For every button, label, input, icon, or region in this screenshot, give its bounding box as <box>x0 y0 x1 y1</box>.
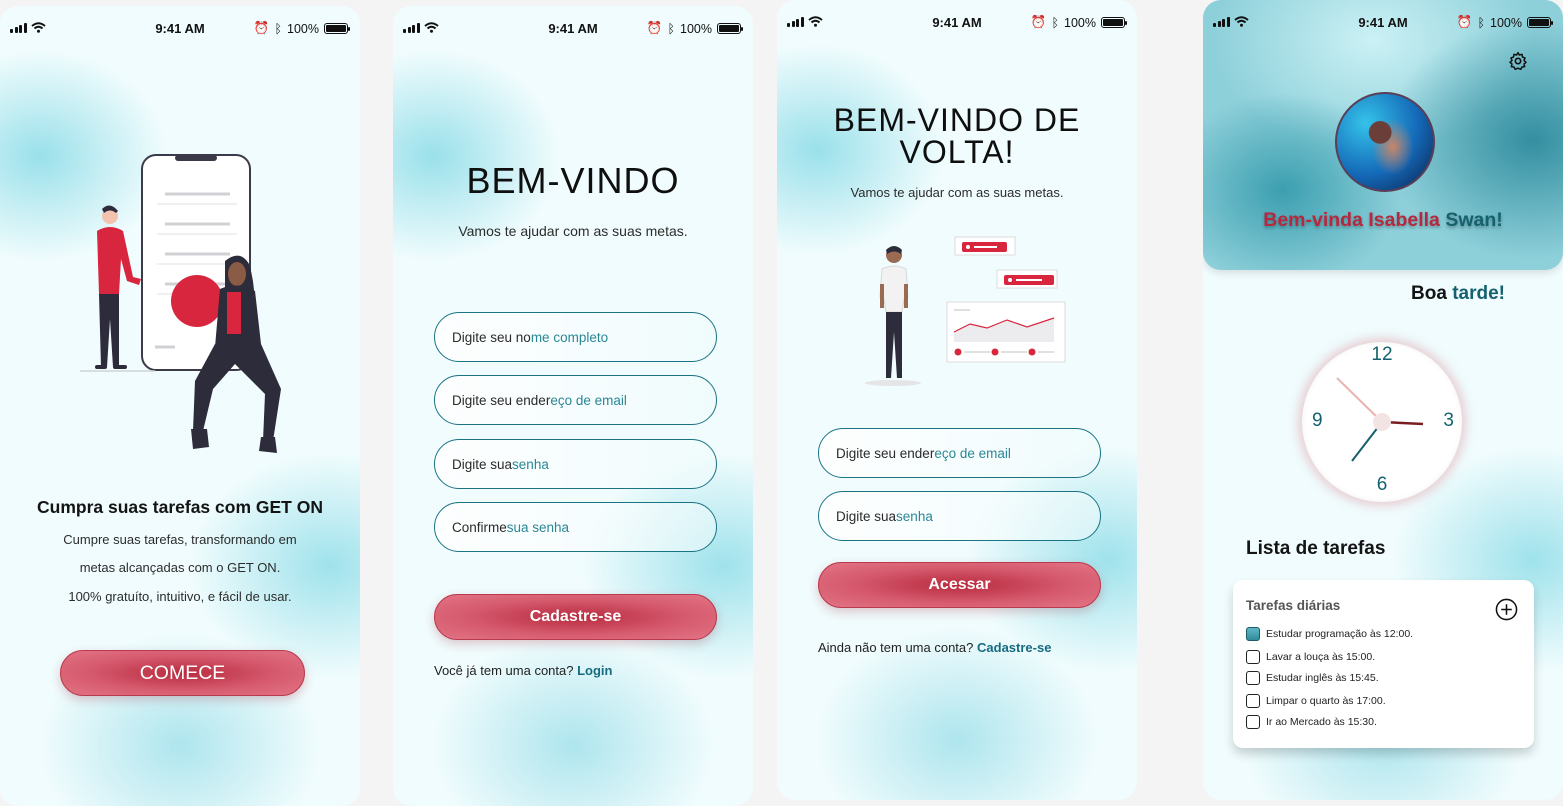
field-text: Digite seu no <box>452 329 531 345</box>
status-bar: 9:41 AM ⏰ ᛒ 100% <box>1203 0 1563 44</box>
field-text-accent: senha <box>896 508 933 524</box>
card-title: Tarefas diárias <box>1246 598 1341 613</box>
alarm-icon: ⏰ <box>1456 15 1473 29</box>
welcome-message: Bem-vinda Isabella Swan! <box>1203 209 1563 232</box>
field-text: Digite seu ender <box>836 445 935 461</box>
welcome-name: Bem-vinda Isabella <box>1263 209 1440 231</box>
checkbox-icon[interactable] <box>1246 694 1260 708</box>
onboarding-headline: Cumpra suas tarefas com GET ON <box>37 497 323 517</box>
field-text: Digite seu ender <box>452 392 551 408</box>
greeting-prefix: Boa <box>1411 283 1453 304</box>
alarm-icon: ⏰ <box>1030 15 1047 29</box>
welcome-surname: Swan! <box>1439 209 1503 231</box>
email-field[interactable]: Digite seu ender eço de email <box>434 375 717 425</box>
field-text: Digite sua <box>452 456 513 472</box>
page-subtitle: Vamos te ajudar com as suas metas. <box>850 185 1064 200</box>
task-label: Limpar o quarto às 17:00. <box>1266 695 1386 707</box>
field-text-accent: eço de email <box>934 445 1011 461</box>
field-text: Digite sua <box>836 508 897 524</box>
page-title: BEM-VINDO <box>466 160 680 201</box>
signup-prompt: Ainda não tem uma conta? Cadastre-se <box>818 640 1051 655</box>
title-line-2: VOLTA! <box>899 134 1015 170</box>
checkbox-icon[interactable] <box>1246 627 1260 641</box>
checkbox-icon[interactable] <box>1246 650 1260 664</box>
password-field[interactable]: Digite sua senha <box>818 491 1101 541</box>
task-list-title: Lista de tarefas <box>1246 538 1386 559</box>
signup-link[interactable]: Cadastre-se <box>977 640 1051 655</box>
full-name-field[interactable]: Digite seu no me completo <box>434 312 717 362</box>
task-item[interactable]: Ir ao Mercado às 15:30. <box>1246 715 1377 729</box>
login-prompt: Você já tem uma conta? Login <box>434 663 613 678</box>
checkbox-icon[interactable] <box>1246 715 1260 729</box>
field-text: Confirme <box>452 519 507 535</box>
battery-percent: 100% <box>680 21 712 36</box>
page-subtitle: Vamos te ajudar com as suas metas. <box>458 223 688 239</box>
analog-clock: 12 3 6 9 <box>1302 342 1462 502</box>
signup-prompt-text: Ainda não tem uma conta? <box>818 640 974 655</box>
task-label: Ir ao Mercado às 15:30. <box>1266 716 1377 728</box>
field-text-accent: senha <box>512 456 549 472</box>
login-button[interactable]: Acessar <box>818 562 1101 608</box>
greeting: Boa tarde! <box>1411 283 1505 305</box>
task-label: Lavar a louça às 15:00. <box>1266 651 1376 663</box>
clock-hands <box>1336 377 1424 462</box>
plus-circle-icon[interactable] <box>1495 598 1518 621</box>
login-illustration <box>865 236 1066 386</box>
status-bar: 9:41 AM ⏰ ᛒ 100% <box>777 0 1137 44</box>
daily-tasks-card: Tarefas diárias Estudar programação às 1… <box>1233 580 1534 748</box>
task-item[interactable]: Estudar programação às 12:00. <box>1246 627 1413 641</box>
confirm-password-field[interactable]: Confirme sua senha <box>434 502 717 552</box>
password-field[interactable]: Digite sua senha <box>434 439 717 489</box>
bluetooth-icon: ᛒ <box>1477 15 1486 30</box>
status-bar: 9:41 AM ⏰ ᛒ 100% <box>393 6 753 50</box>
onboarding-line-3: 100% gratuíto, intuitivo, e fácil de usa… <box>68 589 292 604</box>
greeting-period: tarde! <box>1452 283 1505 304</box>
battery-icon <box>1101 17 1127 28</box>
task-item[interactable]: Limpar o quarto às 17:00. <box>1246 694 1386 708</box>
battery-icon <box>324 23 350 34</box>
battery-percent: 100% <box>287 21 319 36</box>
bluetooth-icon: ᛒ <box>274 21 283 36</box>
gear-icon[interactable] <box>1508 51 1528 71</box>
login-screen: 9:41 AM ⏰ ᛒ 100% BEM-VINDO DE VOLTA! Vam… <box>777 0 1137 800</box>
task-label: Estudar inglês às 15:45. <box>1266 672 1379 684</box>
onboarding-line-1: Cumpre suas tarefas, transformando em <box>63 532 297 547</box>
title-line-1: BEM-VINDO DE <box>833 102 1081 138</box>
home-screen: 9:41 AM ⏰ ᛒ 100% Bem-vinda Isabella Swan… <box>1203 0 1563 800</box>
task-label: Estudar programação às 12:00. <box>1266 628 1414 640</box>
bluetooth-icon: ᛒ <box>1051 15 1060 30</box>
alarm-icon: ⏰ <box>253 21 270 35</box>
status-bar: 9:41 AM ⏰ ᛒ 100% <box>0 6 360 50</box>
battery-icon <box>1527 17 1553 28</box>
task-item[interactable]: Estudar inglês às 15:45. <box>1246 671 1379 685</box>
onboarding-line-2: metas alcançadas com o GET ON. <box>79 560 281 575</box>
onboarding-screen: 9:41 AM ⏰ ᛒ 100% Cumpra suas tarefas com… <box>0 6 360 806</box>
battery-icon <box>717 23 743 34</box>
field-text-accent: sua senha <box>506 519 570 535</box>
battery-percent: 100% <box>1490 15 1522 30</box>
battery-percent: 100% <box>1064 15 1096 30</box>
signup-button[interactable]: Cadastre-se <box>434 594 717 640</box>
avatar[interactable] <box>1335 92 1435 192</box>
bluetooth-icon: ᛒ <box>667 21 676 36</box>
start-button[interactable]: COMECE <box>60 650 305 696</box>
field-text-accent: me completo <box>530 329 609 345</box>
signup-screen: 9:41 AM ⏰ ᛒ 100% BEM-VINDO Vamos te ajud… <box>393 6 753 806</box>
task-item[interactable]: Lavar a louça às 15:00. <box>1246 650 1375 664</box>
onboarding-illustration <box>80 154 281 453</box>
login-link[interactable]: Login <box>577 663 612 678</box>
checkbox-icon[interactable] <box>1246 671 1260 685</box>
login-prompt-text: Você já tem uma conta? <box>434 663 574 678</box>
email-field[interactable]: Digite seu ender eço de email <box>818 428 1101 478</box>
alarm-icon: ⏰ <box>646 21 663 35</box>
field-text-accent: eço de email <box>550 392 627 408</box>
page-title: BEM-VINDO DE VOLTA! <box>777 104 1137 168</box>
